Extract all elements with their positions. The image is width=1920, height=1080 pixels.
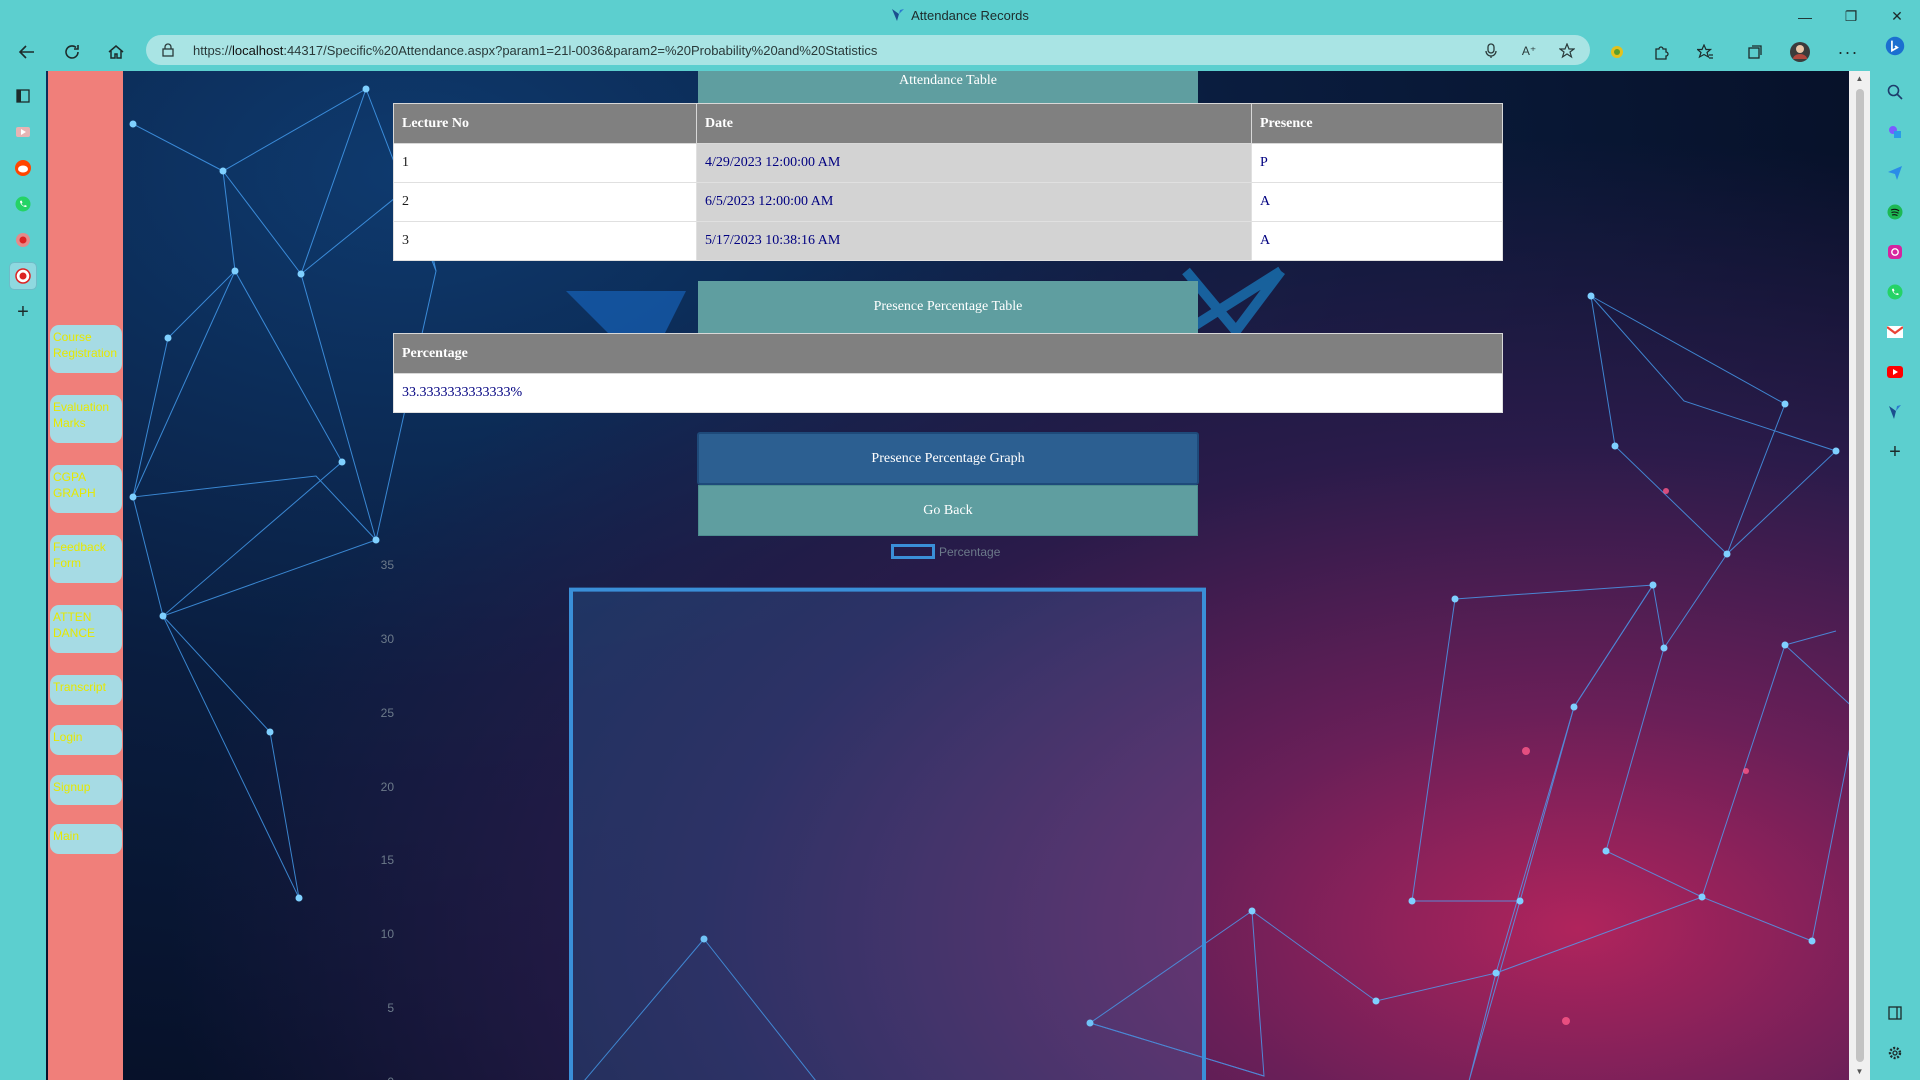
window-titlebar: Attendance Records — ❐ ✕ <box>0 0 1920 33</box>
home-icon <box>108 45 124 59</box>
extension-icon[interactable] <box>1602 37 1632 67</box>
refresh-button[interactable] <box>57 37 87 67</box>
lock-icon <box>162 43 174 57</box>
tab-actions-icon[interactable] <box>10 83 36 109</box>
site-logo-icon <box>892 9 905 21</box>
scroll-down-arrow-icon[interactable]: ▼ <box>1849 1064 1870 1080</box>
window-title-text: Attendance Records <box>911 8 1029 23</box>
scroll-up-arrow-icon[interactable]: ▲ <box>1849 71 1870 87</box>
vertical-tab-strip: + <box>0 71 46 1080</box>
send-icon[interactable] <box>1885 162 1905 182</box>
reddit-icon <box>15 160 31 176</box>
window-title: Attendance Records <box>0 8 1920 23</box>
search-icon[interactable] <box>1885 82 1905 102</box>
youtube-icon <box>16 127 30 137</box>
url-host: localhost <box>232 43 284 58</box>
address-bar[interactable]: https://localhost:44317/Specific%20Atten… <box>146 35 1590 65</box>
microphone-icon[interactable] <box>1480 40 1502 62</box>
tab-youtube[interactable] <box>10 119 36 145</box>
whatsapp-icon[interactable] <box>1885 282 1905 302</box>
spotify-icon[interactable] <box>1885 202 1905 222</box>
new-tab-button[interactable]: + <box>10 299 36 325</box>
tab-record[interactable] <box>10 227 36 253</box>
favorites-icon[interactable] <box>1690 37 1720 67</box>
restore-button[interactable]: ❐ <box>1828 0 1874 33</box>
percentage-bar-chart <box>569 587 1206 1080</box>
instagram-icon[interactable] <box>1885 242 1905 262</box>
settings-gear-icon[interactable] <box>1885 1043 1905 1063</box>
home-button[interactable] <box>101 37 131 67</box>
chart-bar <box>569 587 1206 1080</box>
back-button[interactable] <box>12 37 42 67</box>
scrollbar-thumb[interactable] <box>1856 89 1864 1062</box>
whatsapp-icon <box>15 196 31 212</box>
record-icon <box>16 233 30 247</box>
site-app-icon[interactable] <box>1885 402 1905 422</box>
collections-icon[interactable] <box>1740 37 1770 67</box>
hide-sidebar-icon[interactable] <box>1885 1003 1905 1023</box>
tab-whatsapp[interactable] <box>10 191 36 217</box>
add-sidebar-app-icon[interactable]: + <box>1885 441 1905 463</box>
gmail-icon[interactable] <box>1885 322 1905 342</box>
close-window-button[interactable]: ✕ <box>1874 0 1920 33</box>
youtube-icon[interactable] <box>1885 362 1905 382</box>
more-menu-icon[interactable]: ··· <box>1833 37 1863 67</box>
minimize-button[interactable]: — <box>1782 0 1828 33</box>
page-scrollbar[interactable]: ▲ ▼ <box>1849 71 1870 1080</box>
read-aloud-icon[interactable]: A⁺ <box>1518 40 1540 62</box>
tab-active-record[interactable] <box>9 262 37 290</box>
bing-chat-icon[interactable] <box>1885 36 1905 56</box>
profile-avatar[interactable] <box>1785 37 1815 67</box>
back-arrow-icon <box>18 45 34 59</box>
url-path: :44317/Specific%20Attendance.aspx?param1… <box>283 43 878 58</box>
refresh-icon <box>65 45 79 59</box>
record-icon <box>15 268 31 284</box>
add-favorite-icon[interactable] <box>1556 40 1578 62</box>
browser-toolbar: https://localhost:44317/Specific%20Atten… <box>0 33 1920 71</box>
url-text[interactable]: https://localhost:44317/Specific%20Atten… <box>193 43 877 58</box>
edge-sidebar: + <box>1870 33 1920 1080</box>
extensions-puzzle-icon[interactable] <box>1646 37 1676 67</box>
shapes-icon[interactable] <box>1885 122 1905 142</box>
url-scheme: https:// <box>193 43 233 58</box>
tab-reddit[interactable] <box>10 155 36 181</box>
page-viewport: Course Registration Evaluation Marks CGP… <box>46 71 1849 1080</box>
